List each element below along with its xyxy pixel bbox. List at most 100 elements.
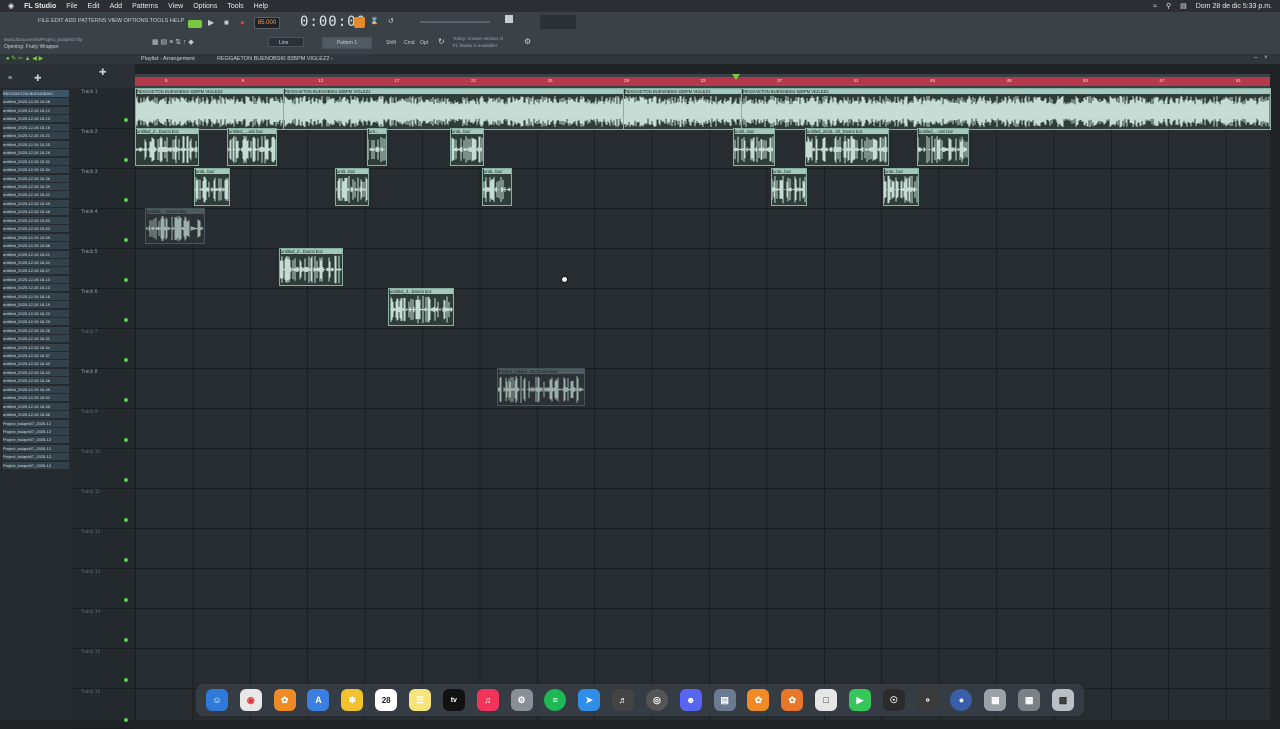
play-icon[interactable]: ▶ (208, 18, 214, 27)
browser-item[interactable]: Project_bulaph07_2025-12 (3, 453, 69, 461)
browser-item[interactable]: Project_bulaph07_2025-12 (3, 461, 69, 469)
track-header[interactable]: Track 7 (72, 328, 135, 369)
browser-item[interactable]: untitled_2025-12-26 16-46 (3, 377, 69, 385)
tempo-display[interactable]: 85.000 (254, 17, 280, 29)
audio-clip[interactable]: untit...boz (771, 168, 807, 206)
browser-item[interactable]: untitled_2025-12-26 16-16 (3, 292, 69, 300)
menu-patterns[interactable]: Patterns (132, 3, 158, 10)
browser-item[interactable]: REGGAETON BUENOBSKI (3, 90, 69, 97)
browser-item[interactable]: untitled_2025-12-26 15-25 (3, 140, 69, 148)
track-name[interactable]: Track 7 (81, 329, 97, 335)
safari-icon[interactable]: ➤ (578, 689, 601, 711)
fl-studio-third-icon[interactable]: ✿ (781, 689, 804, 711)
browser-item[interactable]: untitled_2025-12-26 16-34 (3, 343, 69, 351)
playlist-tool-icons[interactable]: ● ✎ ✂ ▲ ◀ ▶ (6, 55, 43, 62)
browser-item[interactable]: untitled_2025-12-26 15-58 (3, 242, 69, 250)
opt-button[interactable]: Opt (420, 40, 428, 46)
track-name[interactable]: Track 3 (81, 169, 97, 175)
audio-clip[interactable]: untit...boz (450, 128, 484, 166)
browser-item[interactable]: untitled_2025-12-26 16-52 (3, 394, 69, 402)
stop-icon[interactable]: ■ (224, 18, 229, 27)
wait-input-icon[interactable]: ⌛ (370, 17, 379, 25)
browser-item[interactable]: untitled_2025-12-26 15-39 (3, 182, 69, 190)
browser-item[interactable]: untitled_2025-12-26 16-25 (3, 318, 69, 326)
browser-item[interactable]: Project_bulaph07_2025-12 (3, 419, 69, 427)
track-name[interactable]: Track 16 (81, 689, 100, 695)
spotify-icon[interactable]: ≈ (544, 689, 567, 711)
track-mute-led[interactable] (124, 598, 128, 602)
playhead-marker[interactable] (732, 74, 740, 80)
browser-item[interactable]: untitled_2025-12-26 15-36 (3, 174, 69, 182)
track-name[interactable]: Track 1 (81, 89, 97, 95)
browser-item[interactable]: Project_bulaph07_2025-12 (3, 444, 69, 452)
audio-clip[interactable]: untit...boz (482, 168, 512, 206)
plugin-app-icon[interactable]: ⚬ (916, 689, 939, 711)
browser-item[interactable]: untitled_2025-12-26 15-31 (3, 157, 69, 165)
track-header[interactable]: Track 11 (72, 488, 135, 529)
browser-item[interactable]: untitled_2025-12-26 16-43 (3, 368, 69, 376)
track-name[interactable]: Track 9 (81, 409, 97, 415)
discord-icon[interactable]: ☻ (679, 689, 702, 711)
close-icon[interactable]: × (1264, 55, 1268, 61)
cmd-button[interactable]: Cmd (404, 40, 415, 46)
browser-item[interactable]: untitled_2025-12-26 15-34 (3, 166, 69, 174)
audio-clip[interactable]: unt... (367, 128, 387, 166)
system-settings-icon[interactable]: ⚙ (510, 689, 533, 711)
track-mute-led[interactable] (124, 158, 128, 162)
browser-item[interactable]: untitled_2025-12-26 16-58 (3, 411, 69, 419)
audio-clip[interactable]: REGGAETON BUENOBSKI 82BPM VIGLEZ2 (135, 88, 285, 130)
loop-record-icon[interactable]: ↺ (388, 17, 394, 25)
audio-clip[interactable]: untit...boz (335, 168, 369, 206)
minimize-icon[interactable]: – (1254, 55, 1257, 61)
pattern-song-toggle[interactable] (188, 20, 202, 28)
track-header[interactable]: Track 3 (72, 168, 135, 209)
audio-clip[interactable]: untit...boz (883, 168, 919, 206)
track-header[interactable]: Track 14 (72, 608, 135, 649)
menu-options[interactable]: Options (193, 3, 217, 10)
app-store-icon[interactable]: A (307, 689, 330, 711)
master-volume-slider[interactable] (420, 21, 490, 23)
settings-icon[interactable]: ⚙ (524, 37, 531, 46)
news-line-2[interactable]: FL Studio is available! (453, 43, 497, 48)
track-name[interactable]: Track 11 (81, 489, 100, 495)
browser-item[interactable]: untitled_2025-12-26 15-18 (3, 123, 69, 131)
online-news-icon[interactable]: ↻ (438, 37, 445, 46)
trash-icon[interactable]: ▩ (1052, 689, 1075, 711)
browser-item[interactable]: untitled_2025-12-26 16-01 (3, 250, 69, 258)
browser-item[interactable]: untitled_2025-12-26 16-07 (3, 267, 69, 275)
browser-item[interactable]: untitled_2025-12-26 15-15 (3, 115, 69, 123)
browser-item[interactable]: untitled_2025-12-26 16-13 (3, 284, 69, 292)
shift-button[interactable]: Shift (386, 40, 396, 46)
track-mute-led[interactable] (124, 398, 128, 402)
menu-add[interactable]: Add (110, 3, 122, 10)
pattern-selector[interactable]: Pattern 1 (322, 37, 372, 49)
browser-item[interactable]: untitled_2025-12-26 16-19 (3, 301, 69, 309)
browser-item[interactable]: untitled_2025-12-26 16-49 (3, 385, 69, 393)
zoom-icon[interactable]: ✚ (99, 67, 107, 78)
browser-item[interactable]: untitled_2025-12-26 16-40 (3, 360, 69, 368)
browser-item[interactable]: untitled_2025-12-26 15-21 (3, 132, 69, 140)
track-header[interactable]: Track 5 (72, 248, 135, 289)
browser-nav-icons[interactable]: ≡ (8, 75, 12, 82)
track-header[interactable]: Track 16 (72, 688, 135, 729)
finder-icon[interactable]: ☺ (205, 689, 228, 711)
document-icon[interactable]: □ (815, 689, 838, 711)
audio-clip[interactable]: untitled_...omi boz (917, 128, 969, 166)
track-mute-led[interactable] (124, 558, 128, 562)
audio-clip[interactable]: untitled_...Doomi boz (145, 208, 205, 244)
wifi-icon[interactable]: ≈ (1153, 3, 1157, 10)
news-line-1[interactable]: Today: Answer version of (453, 36, 503, 41)
music-icon[interactable]: ♫ (476, 689, 499, 711)
browser-item[interactable]: untitled_2025-12-26 16-04 (3, 259, 69, 266)
track-mute-led[interactable] (124, 518, 128, 522)
fl-studio-icon[interactable]: ✿ (273, 689, 296, 711)
track-name[interactable]: Track 4 (81, 209, 97, 215)
menubar-clock[interactable]: Dom 28 de dic 5:33 p.m. (1196, 3, 1272, 10)
browser-item[interactable]: Project_bulaph07_2025-12 (3, 436, 69, 444)
track-header[interactable]: Track 2 (72, 128, 135, 169)
browser-item[interactable]: untitled_2025-12-26 15-42 (3, 191, 69, 199)
notes-icon[interactable]: ☰ (408, 689, 431, 711)
metronome-icon[interactable] (354, 17, 365, 28)
audio-app-icon[interactable]: ♬ (612, 689, 635, 711)
facetime-icon[interactable]: ▶ (848, 689, 871, 711)
